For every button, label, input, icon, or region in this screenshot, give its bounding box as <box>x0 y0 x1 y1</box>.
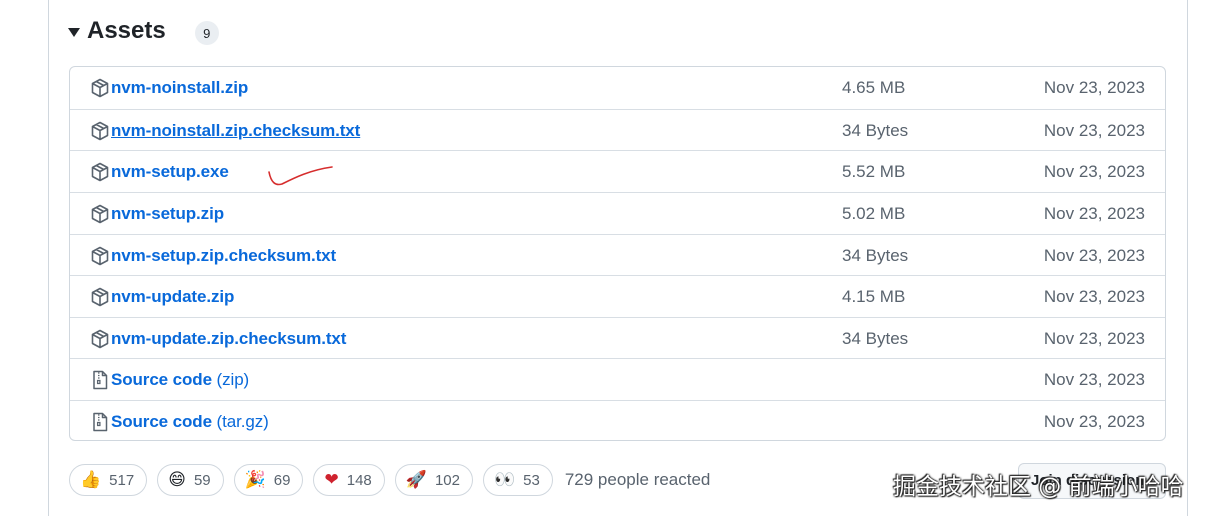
triangle-down-icon <box>68 27 80 37</box>
asset-row: nvm-update.zip 4.15 MB Nov 23, 2023 <box>70 275 1165 317</box>
asset-date: Nov 23, 2023 <box>1043 120 1145 140</box>
reaction-count: 59 <box>193 471 211 489</box>
eyes-icon: 👀 <box>493 470 516 490</box>
reaction-hooray[interactable]: 🎉 69 <box>233 464 304 496</box>
asset-link-nvm-update-zip[interactable]: nvm-update.zip <box>111 276 234 318</box>
reactions-bar: 👍 517 😄 59 🎉 69 ❤ 148 🚀 102 👀 53 729 peo… <box>69 462 710 498</box>
reaction-thumbs-up[interactable]: 👍 517 <box>69 464 148 496</box>
reaction-laugh[interactable]: 😄 59 <box>157 464 224 496</box>
heart-icon: ❤ <box>324 470 339 490</box>
asset-row: nvm-noinstall.zip.checksum.txt 34 Bytes … <box>70 108 1165 152</box>
asset-date: Nov 23, 2023 <box>1043 245 1145 265</box>
assets-toggle[interactable]: Assets 9 <box>68 14 219 48</box>
package-icon <box>91 121 109 140</box>
package-icon <box>91 162 109 182</box>
asset-date: Nov 23, 2023 <box>1043 370 1145 390</box>
reaction-count: 69 <box>273 471 291 489</box>
package-icon <box>91 78 109 98</box>
asset-date: Nov 23, 2023 <box>1043 203 1145 223</box>
panel-left-border <box>48 0 49 516</box>
asset-size: 5.02 MB <box>842 203 906 223</box>
source-code-label: Source code <box>111 370 212 390</box>
file-zip-icon <box>93 371 108 390</box>
source-code-label: Source code <box>111 412 212 431</box>
asset-row: Source code (tar.gz) Nov 23, 2023 <box>70 400 1165 440</box>
reaction-rocket[interactable]: 🚀 102 <box>394 464 473 496</box>
asset-link-nvm-setup-checksum[interactable]: nvm-setup.zip.checksum.txt <box>111 235 336 277</box>
asset-date: Nov 23, 2023 <box>1043 162 1145 182</box>
thumbs-up-icon: 👍 <box>80 470 102 490</box>
reactions-summary: 729 people reacted <box>564 470 711 489</box>
asset-row: nvm-update.zip.checksum.txt 34 Bytes Nov… <box>70 316 1165 360</box>
asset-size: 4.65 MB <box>842 78 906 97</box>
asset-size: 34 Bytes <box>842 245 909 265</box>
reaction-count: 53 <box>523 471 540 489</box>
assets-count-badge: 9 <box>194 21 219 45</box>
assets-title: Assets <box>87 17 166 44</box>
panel-right-border <box>1187 0 1188 516</box>
package-icon <box>91 204 109 224</box>
join-discussion-button[interactable]: Join discussion <box>1018 463 1166 499</box>
reaction-count: 102 <box>434 471 460 489</box>
asset-row: nvm-noinstall.zip 4.65 MB Nov 23, 2023 <box>70 67 1165 109</box>
assets-list: nvm-noinstall.zip 4.65 MB Nov 23, 2023 n… <box>69 66 1166 441</box>
reaction-eyes[interactable]: 👀 53 <box>482 464 553 496</box>
asset-link-nvm-setup-exe[interactable]: nvm-setup.exe <box>111 151 229 193</box>
asset-row: nvm-setup.exe 5.52 MB Nov 23, 2023 <box>70 150 1165 192</box>
asset-link-nvm-update-checksum[interactable]: nvm-update.zip.checksum.txt <box>111 318 346 360</box>
reaction-count: 148 <box>346 471 372 489</box>
asset-link-nvm-noinstall-zip[interactable]: nvm-noinstall.zip <box>111 67 248 109</box>
asset-date: Nov 23, 2023 <box>1043 328 1145 348</box>
asset-size: 5.52 MB <box>842 162 906 182</box>
asset-row: nvm-setup.zip 5.02 MB Nov 23, 2023 <box>70 191 1165 235</box>
hooray-icon: 🎉 <box>244 470 266 490</box>
package-icon <box>91 329 109 349</box>
rocket-icon: 🚀 <box>405 470 427 490</box>
asset-size: 4.15 MB <box>842 287 906 307</box>
file-zip-icon <box>93 412 108 432</box>
source-code-targz-link[interactable]: Source code (tar.gz) <box>111 401 269 440</box>
asset-date: Nov 23, 2023 <box>1043 78 1145 97</box>
asset-size: 34 Bytes <box>842 328 909 348</box>
package-icon <box>91 287 109 307</box>
source-code-format: (tar.gz) <box>211 412 269 431</box>
asset-link-nvm-setup-zip[interactable]: nvm-setup.zip <box>111 193 224 235</box>
asset-date: Nov 23, 2023 <box>1043 412 1145 431</box>
source-code-zip-link[interactable]: Source code (zip) <box>111 359 249 401</box>
reaction-heart[interactable]: ❤ 148 <box>313 464 385 496</box>
asset-date: Nov 23, 2023 <box>1043 287 1145 307</box>
asset-row: nvm-setup.zip.checksum.txt 34 Bytes Nov … <box>70 233 1165 277</box>
asset-row: Source code (zip) Nov 23, 2023 <box>70 358 1165 400</box>
asset-link-nvm-noinstall-checksum[interactable]: nvm-noinstall.zip.checksum.txt <box>111 110 360 152</box>
reaction-count: 517 <box>109 471 135 489</box>
package-icon <box>91 246 109 265</box>
source-code-format: (zip) <box>211 370 250 390</box>
asset-size: 34 Bytes <box>842 120 909 140</box>
laugh-icon: 😄 <box>168 470 186 490</box>
